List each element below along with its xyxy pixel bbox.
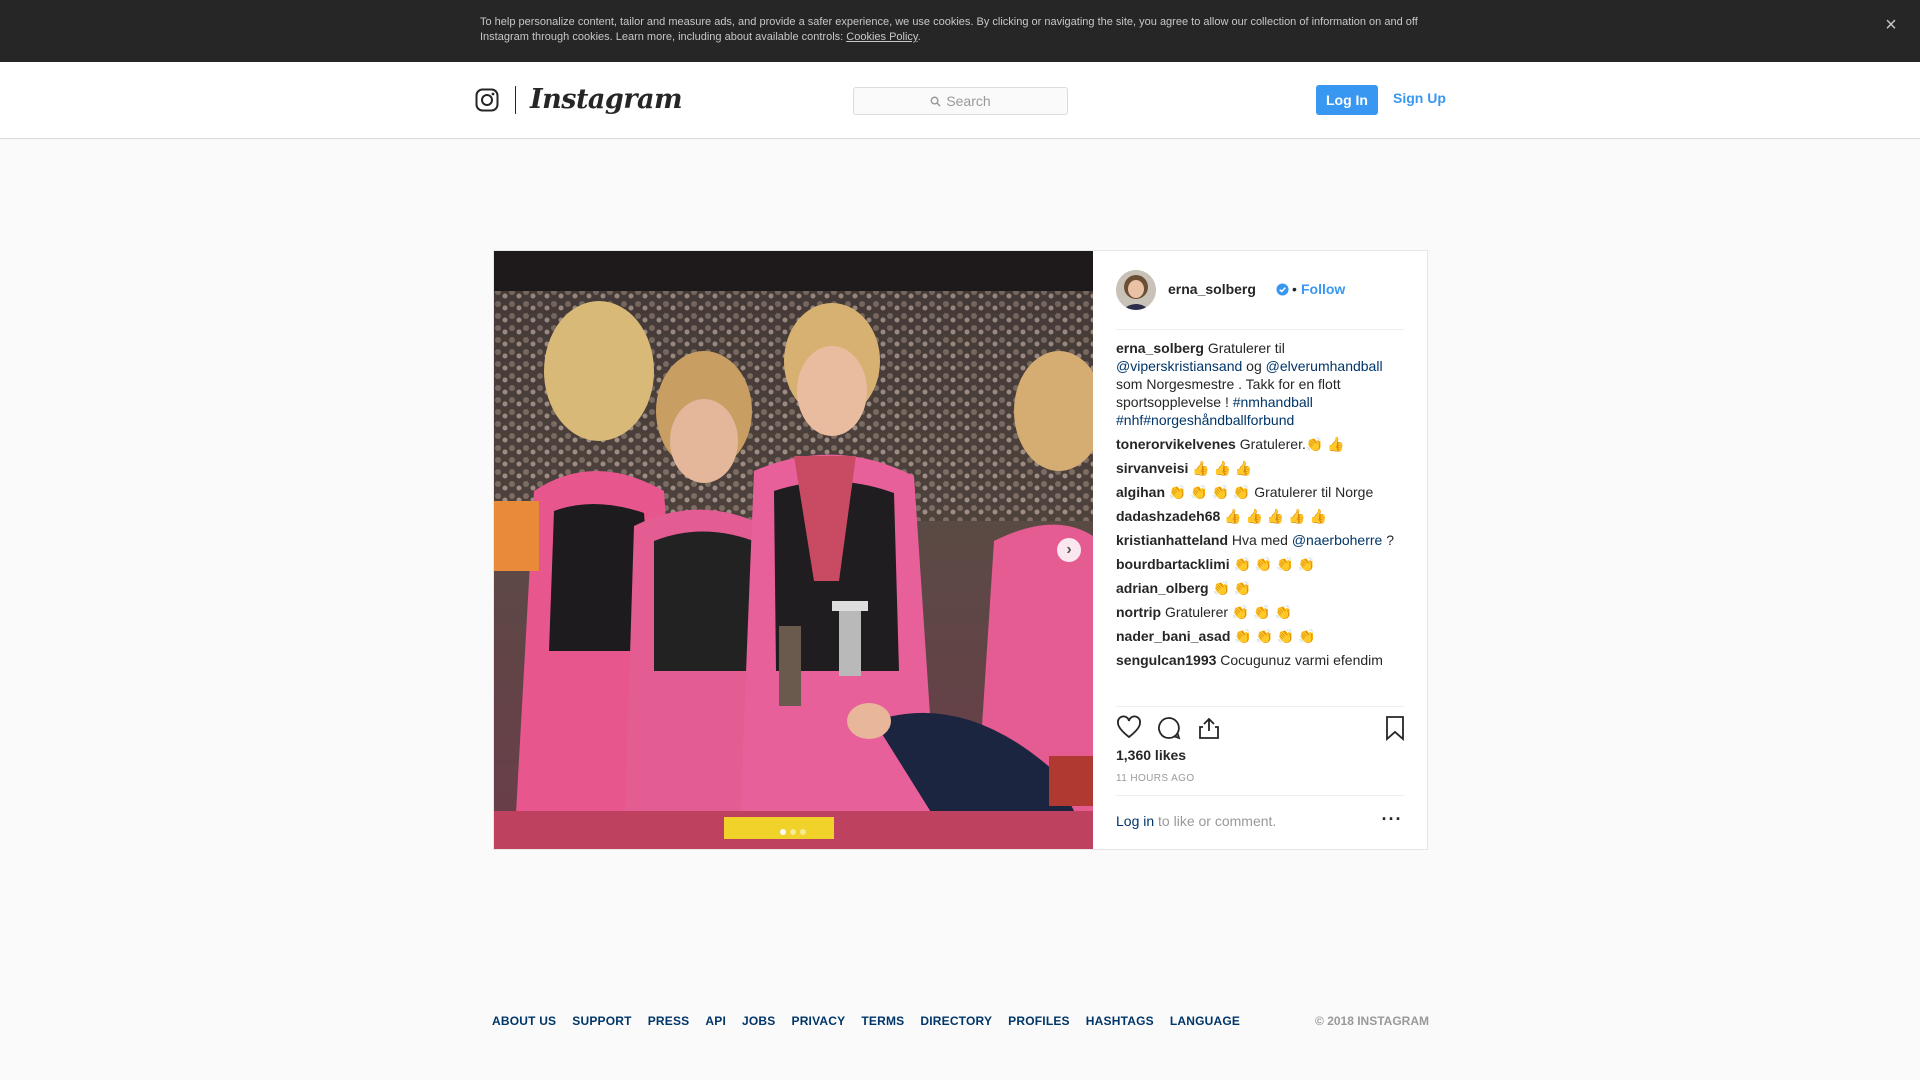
comment-bubble-icon[interactable] (1156, 715, 1182, 741)
comment-text: 👏 👏 👏 👏 (1230, 628, 1316, 644)
comment-text: ? (1382, 532, 1395, 548)
post-timestamp[interactable]: 11 HOURS AGO (1116, 773, 1195, 784)
comment: sengulcan1993 Cocugunuz varmi efendim (1116, 651, 1406, 669)
comment: tonerorvikelvenes Gratulerer.👏 👍 (1116, 435, 1406, 453)
comment-username[interactable]: adrian_olberg (1116, 580, 1209, 596)
caption-text: og (1242, 358, 1266, 374)
footer-link-language[interactable]: LANGUAGE (1170, 1014, 1240, 1028)
post-photo-image (494, 251, 1093, 849)
carousel-dot-3[interactable] (800, 829, 806, 835)
next-image-button[interactable]: › (1057, 538, 1081, 562)
cookies-policy-link[interactable]: Cookies Policy (846, 31, 917, 43)
comment-text: 👏 👏 (1208, 580, 1252, 596)
carousel-dot-1[interactable] (780, 829, 786, 835)
caption-username[interactable]: erna_solberg (1116, 340, 1204, 356)
more-options-icon[interactable]: ··· (1380, 810, 1404, 834)
comment: dadashzadeh68 👍 👍 👍 👍 👍 (1116, 507, 1406, 525)
carousel-indicator (780, 829, 806, 835)
post-author[interactable]: erna_solberg (1168, 281, 1256, 297)
comment-text: Gratulerer 👏 👏 👏 (1161, 604, 1292, 620)
post-caption: erna_solberg Gratulerer til @viperskrist… (1116, 339, 1406, 429)
close-icon[interactable]: × (1880, 14, 1902, 36)
post-photo[interactable]: › (494, 251, 1093, 849)
footer-link-jobs[interactable]: JOBS (742, 1014, 775, 1028)
footer-link-press[interactable]: PRESS (648, 1014, 690, 1028)
comment-login-row: Log in to like or comment. ··· (1116, 795, 1404, 849)
mention-link[interactable]: @viperskristiansand (1116, 358, 1242, 374)
hashtag-link[interactable]: #nhf#norgeshåndballforbund (1116, 412, 1294, 428)
cookie-notice: To help personalize content, tailor and … (480, 15, 1440, 45)
comment-text: Cocugunuz varmi efendim (1216, 652, 1383, 668)
instagram-wordmark[interactable]: Instagram (530, 84, 683, 115)
comment-username[interactable]: nader_bani_asad (1116, 628, 1230, 644)
log-in-link[interactable]: Log in (1116, 813, 1154, 829)
comment-username[interactable]: nortrip (1116, 604, 1161, 620)
comment-username[interactable]: tonerorvikelvenes (1116, 436, 1236, 452)
hashtag-link[interactable]: #nmhandball (1233, 394, 1313, 410)
search-placeholder: Search (946, 93, 991, 109)
cookie-notice-period: . (917, 31, 921, 43)
carousel-dot-2[interactable] (790, 829, 796, 835)
heart-icon[interactable] (1116, 715, 1142, 741)
share-icon[interactable] (1196, 715, 1222, 741)
follow-button[interactable]: Follow (1301, 281, 1345, 297)
comment: bourdbartacklimi 👏 👏 👏 👏 (1116, 555, 1406, 573)
post-actions: 1,360 likes 11 HOURS AGO Log in to like … (1116, 706, 1404, 849)
footer-link-privacy[interactable]: PRIVACY (791, 1014, 845, 1028)
comment-text: Gratulerer.👏 👍 (1235, 436, 1345, 452)
comment-text: 👏 👏 👏 👏 Gratulerer til Norge (1165, 484, 1374, 500)
caption-text: Gratulerer til (1203, 340, 1285, 356)
comment-text: 👏 👏 👏 👏 (1229, 556, 1315, 572)
post-header: erna_solberg • Follow (1116, 270, 1404, 330)
footer-link-profiles[interactable]: PROFILES (1008, 1014, 1070, 1028)
comment: nortrip Gratulerer 👏 👏 👏 (1116, 603, 1406, 621)
cookie-banner: To help personalize content, tailor and … (0, 0, 1920, 62)
post-side-panel: erna_solberg • Follow erna_solberg Gratu… (1093, 251, 1427, 849)
bookmark-icon[interactable] (1382, 715, 1408, 741)
comment-username[interactable]: algihan (1116, 484, 1165, 500)
cookie-notice-text: To help personalize content, tailor and … (480, 16, 1418, 43)
mention-link[interactable]: @elverumhandball (1266, 358, 1383, 374)
search-input[interactable]: Search (853, 87, 1068, 115)
verified-badge-icon (1276, 283, 1289, 296)
footer-link-support[interactable]: SUPPORT (572, 1014, 631, 1028)
post-card: › erna_solberg • Follow erna_solberg Gra… (493, 250, 1428, 850)
comment: algihan 👏 👏 👏 👏 Gratulerer til Norge (1116, 483, 1406, 501)
comment: nader_bani_asad 👏 👏 👏 👏 (1116, 627, 1406, 645)
login-prompt-text: to like or comment. (1154, 813, 1277, 829)
comment-username[interactable]: kristianhatteland (1116, 532, 1228, 548)
comment-username[interactable]: sengulcan1993 (1116, 652, 1216, 668)
mention-link[interactable]: @naerboherre (1292, 532, 1383, 548)
comment-text: 👍 👍 👍 (1188, 460, 1253, 476)
comment-text: 👍 👍 👍 👍 👍 (1220, 508, 1327, 524)
search-icon (930, 96, 941, 107)
comment-text: Hva med (1228, 532, 1292, 548)
footer-link-directory[interactable]: DIRECTORY (920, 1014, 992, 1028)
instagram-glyph-icon[interactable] (475, 88, 499, 112)
avatar[interactable] (1116, 270, 1156, 310)
separator-bullet: • (1292, 281, 1297, 297)
copyright: © 2018 INSTAGRAM (1315, 1014, 1429, 1028)
footer-link-terms[interactable]: TERMS (861, 1014, 904, 1028)
sign-up-link[interactable]: Sign Up (1393, 90, 1446, 106)
footer-links: ABOUT US SUPPORT PRESS API JOBS PRIVACY … (492, 1014, 1429, 1028)
footer-link-api[interactable]: API (705, 1014, 726, 1028)
footer-link-hashtags[interactable]: HASHTAGS (1086, 1014, 1154, 1028)
footer: ABOUT US SUPPORT PRESS API JOBS PRIVACY … (492, 1014, 1429, 1030)
comment: adrian_olberg 👏 👏 (1116, 579, 1406, 597)
footer-link-about-us[interactable]: ABOUT US (492, 1014, 556, 1028)
comment-username[interactable]: bourdbartacklimi (1116, 556, 1230, 572)
like-count[interactable]: 1,360 likes (1116, 747, 1186, 763)
comment: sirvanveisi 👍 👍 👍 (1116, 459, 1406, 477)
comments-list: erna_solberg Gratulerer til @viperskrist… (1116, 339, 1406, 675)
comment-username[interactable]: sirvanveisi (1116, 460, 1188, 476)
logo-divider (515, 86, 516, 114)
top-navigation: Instagram Search Log In Sign Up (0, 62, 1920, 139)
comment-username[interactable]: dadashzadeh68 (1116, 508, 1220, 524)
comment: kristianhatteland Hva med @naerboherre ? (1116, 531, 1406, 549)
log-in-button[interactable]: Log In (1316, 85, 1378, 115)
